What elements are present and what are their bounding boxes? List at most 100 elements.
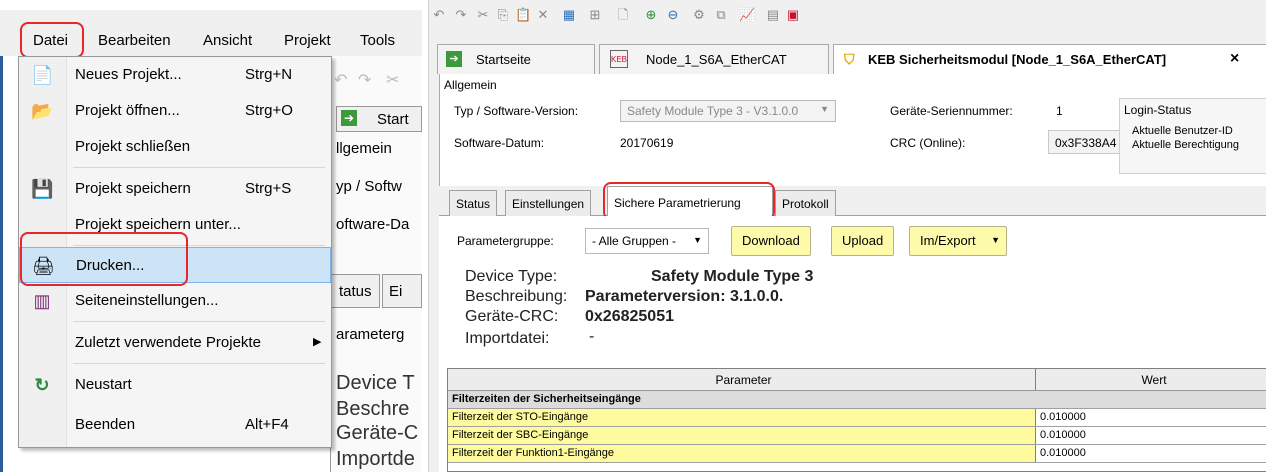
menu-item-projekt-speichern[interactable]: 💾 Projekt speichern Strg+S xyxy=(19,171,331,207)
upload-label: Upload xyxy=(842,233,884,248)
add-device-icon[interactable]: ⊞ xyxy=(587,7,603,23)
menu-item-zuletzt-verwendet[interactable]: Zuletzt verwendete Projekte ▶ xyxy=(19,325,331,361)
subtab-status[interactable]: Status xyxy=(449,190,498,216)
monitor-icon[interactable]: ▤ xyxy=(765,7,781,23)
screenshot-root: Datei Bearbeiten Ansicht Projekt Tools ↶… xyxy=(0,0,1266,472)
table-row[interactable]: Filterzeit der Funktion1-Eingänge 0.0100… xyxy=(448,445,1266,463)
module-subtabs: Status Einstellungen Sichere Parametrier… xyxy=(439,186,1266,217)
cut-icon[interactable]: ✂ xyxy=(475,7,491,23)
paste-icon[interactable]: 📋 xyxy=(515,7,531,23)
subtab-protokoll[interactable]: Protokoll xyxy=(775,190,836,216)
table-row[interactable]: Filterzeit der STO-Eingänge 0.010000 xyxy=(448,409,1266,427)
undo-icon: ↶ xyxy=(334,72,348,89)
menu-item-neues-projekt[interactable]: 📄 Neues Projekt... Strg+N xyxy=(19,57,331,93)
column-header-parameter[interactable]: Parameter xyxy=(448,369,1035,390)
menu-item-label: Beenden xyxy=(75,416,136,433)
sichere-parametrierung-highlight xyxy=(603,182,775,220)
image-gap xyxy=(422,0,428,472)
download-button[interactable]: Download xyxy=(731,226,811,256)
menu-item-shortcut: Strg+S xyxy=(245,180,292,197)
delete-icon[interactable]: ✕ xyxy=(535,7,551,23)
param-value[interactable]: 0.010000 xyxy=(1035,445,1266,462)
menu-item-projekt-oeffnen[interactable]: 📂 Projekt öffnen... Strg+O xyxy=(19,93,331,129)
submenu-arrow-icon: ▶ xyxy=(313,336,322,348)
menu-item-seiteneinstellungen[interactable]: ▥ Seiteneinstellungen... xyxy=(19,283,331,319)
settings-icon[interactable]: ⚙ xyxy=(691,7,707,23)
login-user-id: Aktuelle Benutzer-ID xyxy=(1132,125,1233,137)
param-value[interactable]: 0.010000 xyxy=(1035,409,1266,426)
menu-bearbeiten[interactable]: Bearbeiten xyxy=(98,32,171,49)
menu-projekt[interactable]: Projekt xyxy=(284,32,331,49)
chevron-down-icon: ▼ xyxy=(693,235,702,245)
column-header-wert[interactable]: Wert xyxy=(1035,369,1266,390)
copy-icon[interactable]: ⎘ xyxy=(495,7,511,23)
tab-node[interactable]: KEB Node_1_S6A_EtherCAT xyxy=(599,44,829,74)
drucken-highlight xyxy=(20,232,188,286)
page-setup-icon: ▥ xyxy=(33,291,51,311)
arrow-right-icon: ➔ xyxy=(446,51,462,67)
crc-label: CRC (Online): xyxy=(890,136,966,150)
chart-icon[interactable]: 📈 xyxy=(739,7,755,23)
subtab-einstellungen[interactable]: Einstellungen xyxy=(505,190,592,216)
bg-device: Device T xyxy=(336,372,415,394)
redo-icon[interactable]: ↷ xyxy=(453,7,469,23)
new-file-icon[interactable]: 🗋 xyxy=(615,7,631,23)
connect-icon[interactable]: ⊕ xyxy=(643,7,659,23)
menu-item-label: Projekt speichern xyxy=(75,180,191,197)
menu-item-shortcut: Strg+N xyxy=(245,66,293,83)
restart-icon: ↻ xyxy=(34,375,50,395)
param-group-label: Parametergruppe: xyxy=(457,234,554,248)
parameter-grid: Parameter Wert Filterzeiten der Sicherhe… xyxy=(447,368,1266,472)
document-tabs: ➔ Startseite KEB Node_1_S6A_EtherCAT ⛉ K… xyxy=(437,44,1266,74)
bg-tab-ei[interactable]: Ei xyxy=(382,274,422,308)
download-label: Download xyxy=(742,233,800,248)
grid-icon[interactable]: ▦ xyxy=(561,7,577,23)
menu-item-beenden[interactable]: Beenden Alt+F4 xyxy=(19,407,331,443)
tab-startseite[interactable]: ➔ Startseite xyxy=(437,44,595,74)
software-label: Software-Datum: xyxy=(454,136,545,150)
param-value[interactable]: 0.010000 xyxy=(1035,427,1266,444)
bg-software: oftware-Da xyxy=(336,216,410,233)
menu-item-neustart[interactable]: ↻ Neustart xyxy=(19,367,331,403)
table-row[interactable]: Filterzeit der SBC-Eingänge 0.010000 xyxy=(448,427,1266,445)
geraete-crc-value: 0x26825051 xyxy=(585,308,674,325)
section-allgemein: Allgemein xyxy=(444,78,497,92)
bg-import: Importde xyxy=(336,448,415,470)
bg-geraete: Geräte-C xyxy=(336,422,419,444)
menu-separator xyxy=(73,363,325,364)
login-title: Login-Status xyxy=(1124,103,1192,117)
menu-item-label: Projekt schließen xyxy=(75,138,191,155)
disconnect-icon[interactable]: ⊖ xyxy=(665,7,681,23)
datei-highlight xyxy=(20,22,84,58)
tab-start-bg[interactable]: ➔ Start xyxy=(336,106,422,132)
subtab-label: Status xyxy=(456,197,491,211)
menu-tools[interactable]: Tools xyxy=(360,32,395,49)
im-export-button[interactable]: Im/Export ▼ xyxy=(909,226,1007,256)
device-type-value: Safety Module Type 3 xyxy=(651,268,814,285)
background-app-area: ↶ ↷ ✂ ➔ Start llgemein yp / Softw oftwar… xyxy=(330,56,422,472)
typ-select[interactable]: Safety Module Type 3 - V3.1.0.0 ▼ xyxy=(620,100,836,122)
close-icon[interactable]: × xyxy=(1230,50,1239,68)
menu-item-projekt-schliessen[interactable]: Projekt schließen xyxy=(19,129,331,165)
importdatei-label: Importdatei: xyxy=(465,330,550,347)
param-name: Filterzeit der SBC-Eingänge xyxy=(448,427,1035,444)
subtab-label: Protokoll xyxy=(782,197,829,211)
group-row[interactable]: Filterzeiten der Sicherheitseingänge xyxy=(448,391,1266,409)
crc-online-field[interactable]: 0x3F338A4 xyxy=(1048,130,1130,154)
toolbar: ↶ ↷ ✂ ⎘ 📋 ✕ ▦ ⊞ 🗋 ⊕ ⊖ ⚙ ⧉ 📈 ▤ ▣ xyxy=(429,0,1266,30)
keb-device-icon: KEB xyxy=(610,50,628,68)
undo-icon[interactable]: ↶ xyxy=(431,7,447,23)
upload-button[interactable]: Upload xyxy=(831,226,895,256)
menu-ansicht[interactable]: Ansicht xyxy=(203,32,252,49)
keb-icon[interactable]: ▣ xyxy=(785,7,801,23)
tab-label: KEB Sicherheitsmodul [Node_1_S6A_EtherCA… xyxy=(868,52,1167,67)
crc-online-value: 0x3F338A4 xyxy=(1055,136,1117,150)
subtab-label: Einstellungen xyxy=(512,197,585,211)
tab-label: Node_1_S6A_EtherCAT xyxy=(646,52,787,67)
bg-tab-status[interactable]: tatus xyxy=(330,274,380,308)
column-header-label: Parameter xyxy=(715,373,772,387)
tab-sicherheitsmodul[interactable]: ⛉ KEB Sicherheitsmodul [Node_1_S6A_Ether… xyxy=(833,44,1266,74)
param-group-select[interactable]: - Alle Gruppen - ▼ xyxy=(585,228,709,254)
grid-header: Parameter Wert xyxy=(448,369,1266,391)
compare-icon[interactable]: ⧉ xyxy=(713,7,729,23)
